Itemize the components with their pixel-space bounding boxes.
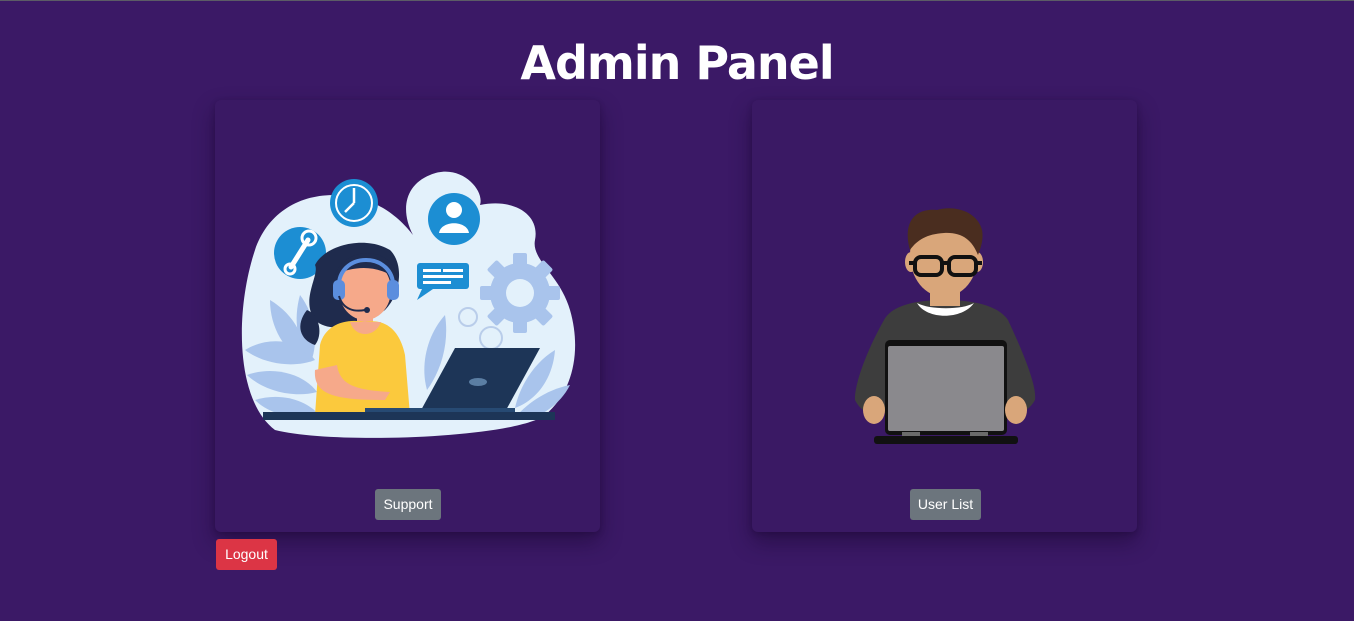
man-with-laptop-illustration	[854, 208, 1036, 444]
page-title: Admin Panel	[520, 36, 834, 90]
user-profile-icon	[428, 193, 480, 245]
support-agent-illustration	[241, 171, 576, 438]
logout-button[interactable]: Logout	[216, 539, 277, 570]
clock-icon	[330, 179, 378, 227]
support-button[interactable]: Support	[375, 489, 441, 520]
user-list-button[interactable]: User List	[910, 489, 981, 520]
support-card: Support	[215, 100, 600, 532]
desk-shape	[263, 412, 555, 420]
top-border	[0, 0, 1354, 1]
gear-icon	[480, 253, 560, 333]
user-list-card: User List	[752, 100, 1137, 532]
laptop-icon	[874, 340, 1018, 444]
